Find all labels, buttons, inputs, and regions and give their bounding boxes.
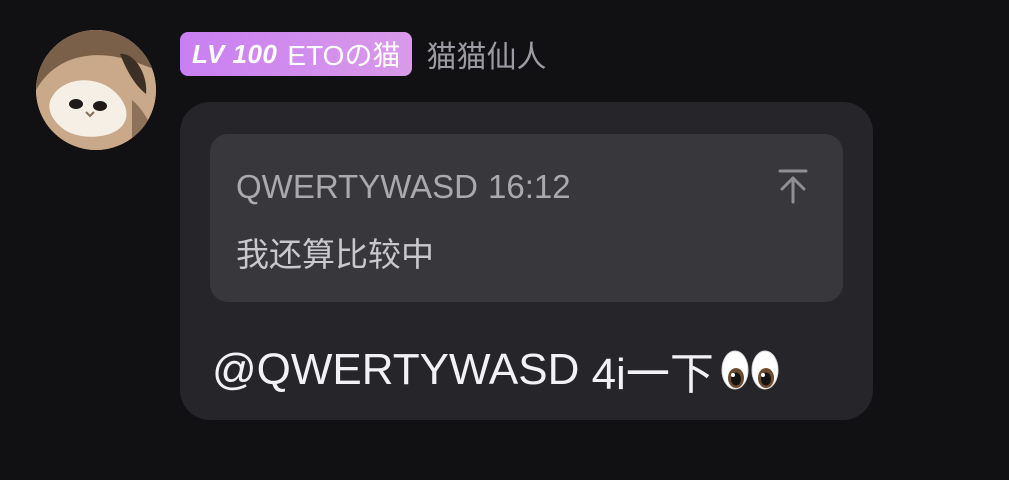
mention-link[interactable]: @QWERTYWASD: [212, 345, 579, 395]
quoted-reply[interactable]: QWERTYWASD 16:12 我还算比较中: [210, 134, 843, 302]
level-badge[interactable]: LV 100 ETOの猫: [180, 32, 413, 76]
quote-text: 我还算比较中: [236, 236, 434, 273]
message-header: LV 100 ETOの猫 猫猫仙人: [180, 32, 546, 76]
message-text: @QWERTYWASD 4i一下: [212, 338, 780, 402]
sender-nickname[interactable]: 猫猫仙人: [426, 32, 546, 76]
jump-to-top-icon[interactable]: [777, 168, 809, 204]
eyes-emoji-icon: [721, 350, 779, 390]
message-bubble[interactable]: QWERTYWASD 16:12 我还算比较中 @QWERTYWASD 4i一下: [180, 102, 873, 420]
avatar[interactable]: [36, 30, 156, 150]
quote-meta: QWERTYWASD 16:12: [236, 168, 571, 206]
badge-level: LV 100: [192, 38, 278, 69]
badge-title: ETOの猫: [287, 40, 401, 71]
quote-author: QWERTYWASD: [236, 168, 479, 205]
quote-time: 16:12: [488, 168, 571, 205]
cat-avatar-icon: [36, 30, 156, 150]
message-body: 4i一下: [579, 350, 714, 399]
